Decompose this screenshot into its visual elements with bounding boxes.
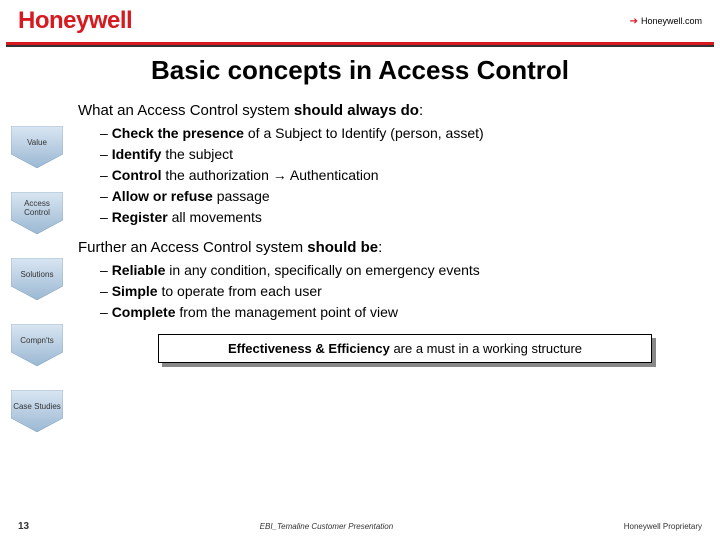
footer-center: EBI_Temaline Customer Presentation xyxy=(29,522,624,531)
list-item: Allow or refuse passage xyxy=(100,188,712,204)
nav-label: Solutions xyxy=(21,271,54,280)
main-column: What an Access Control system should alw… xyxy=(66,102,712,363)
header-url: ➔ Honeywell.com xyxy=(630,16,702,27)
nav-column: ValueAccess ControlSolutionsCompn'tsCase… xyxy=(8,102,66,363)
slide-title: Basic concepts in Access Control xyxy=(0,55,720,86)
banner: Effectiveness & Efficiency are a must in… xyxy=(158,334,652,363)
list-item: Simple to operate from each user xyxy=(100,283,712,299)
nav-label: Access Control xyxy=(11,200,63,218)
page-number: 13 xyxy=(18,521,29,532)
footer-right: Honeywell Proprietary xyxy=(624,522,702,531)
banner-bold: Effectiveness & Efficiency xyxy=(228,341,390,356)
list-item: Identify the subject xyxy=(100,146,712,162)
list-item: Control the authorization → Authenticati… xyxy=(100,167,712,183)
nav-label: Value xyxy=(27,139,47,148)
content: ValueAccess ControlSolutionsCompn'tsCase… xyxy=(0,102,720,363)
list-item: Reliable in any condition, specifically … xyxy=(100,262,712,278)
nav-chevron: Solutions xyxy=(11,258,63,300)
url-text: Honeywell.com xyxy=(641,16,702,26)
brand-logo: Honeywell xyxy=(18,7,132,35)
section1-list: Check the presence of a Subject to Ident… xyxy=(100,125,712,225)
nav-chevron: Access Control xyxy=(11,192,63,234)
section2-list: Reliable in any condition, specifically … xyxy=(100,262,712,320)
section1-heading: What an Access Control system should alw… xyxy=(78,102,712,119)
nav-label: Compn'ts xyxy=(20,337,54,346)
list-item: Check the presence of a Subject to Ident… xyxy=(100,125,712,141)
arrow-icon: ➔ xyxy=(630,16,638,27)
banner-rest: are a must in a working structure xyxy=(390,341,582,356)
nav-chevron: Compn'ts xyxy=(11,324,63,366)
nav-chevron: Case Studies xyxy=(11,390,63,432)
nav-label: Case Studies xyxy=(13,403,61,412)
list-item: Complete from the management point of vi… xyxy=(100,304,712,320)
footer: 13 EBI_Temaline Customer Presentation Ho… xyxy=(0,521,720,532)
dark-bar xyxy=(6,45,714,47)
section2-heading: Further an Access Control system should … xyxy=(78,239,712,256)
nav-chevron: Value xyxy=(11,126,63,168)
header: Honeywell ➔ Honeywell.com xyxy=(0,0,720,42)
list-item: Register all movements xyxy=(100,209,712,225)
